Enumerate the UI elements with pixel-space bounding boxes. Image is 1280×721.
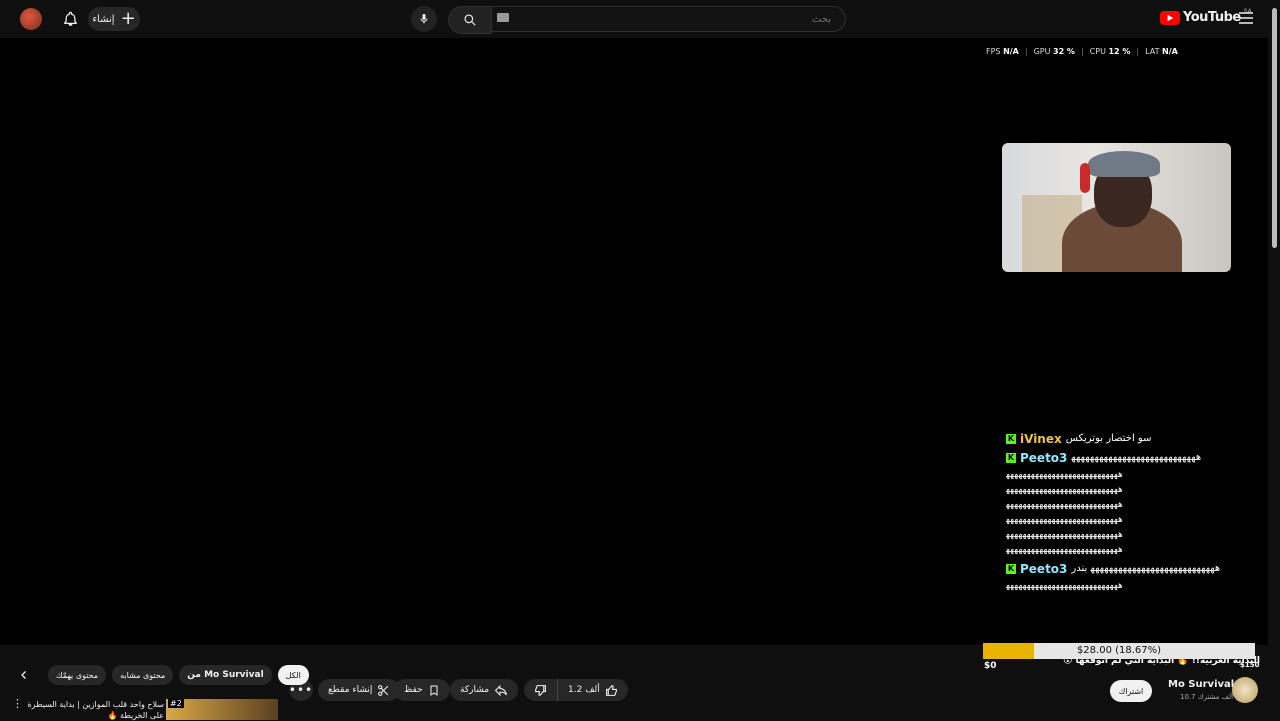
subscribe-button[interactable]: اشتراك bbox=[1110, 680, 1152, 702]
channel-name[interactable]: Mo Survival bbox=[1168, 679, 1234, 690]
hamburger-icon bbox=[1239, 12, 1253, 24]
thumbs-down-icon bbox=[535, 684, 546, 696]
chat-text: ﻫﻬﻬﻬﻬﻬﻬﻬﻬﻬﻬﻬﻬﻬﻬﻬﻬﻬﻬﻬﻬﻬﻬﻬﻬﻬﻬﻬ bbox=[1071, 452, 1202, 463]
keyboard-icon[interactable] bbox=[497, 13, 509, 22]
chat-username: Peeto3 bbox=[1020, 450, 1068, 465]
create-button[interactable]: إنشاء + bbox=[88, 7, 140, 31]
search-button[interactable] bbox=[448, 6, 492, 34]
menu-button[interactable] bbox=[1239, 12, 1253, 24]
filter-chip[interactable]: من Mo Survival bbox=[179, 665, 272, 685]
recommended-thumbnail[interactable]: #2 bbox=[166, 699, 278, 720]
stream-chat-overlay: KiVinex سو اختصار بوتريكس K Peeto3 ﻫﻬﻬﻬﻬﻬﻬﻬﻬ… bbox=[1006, 428, 1256, 594]
youtube-play-icon bbox=[1160, 10, 1180, 25]
thumbs-up-icon bbox=[605, 684, 617, 696]
like-count: 1.2 ألف bbox=[568, 685, 600, 695]
microphone-icon bbox=[420, 14, 428, 24]
chat-username: iVinex bbox=[1020, 431, 1062, 446]
chat-continuation: ﻫﻬﻬﻬﻬﻬﻬﻬﻬﻬﻬﻬﻬﻬﻬﻬﻬﻬﻬﻬﻬﻬﻬﻬﻬﻬﻬﻬ bbox=[1006, 545, 1123, 555]
more-horizontal-icon: ••• bbox=[288, 683, 314, 697]
create-label: إنشاء bbox=[92, 13, 115, 25]
avatar[interactable] bbox=[20, 8, 42, 30]
filter-chip[interactable]: محتوى يهمّك bbox=[48, 665, 107, 685]
chip-bar: محتوى يهمّك محتوى مشابه من Mo Survival الكل bbox=[48, 665, 309, 685]
filter-chip[interactable]: محتوى مشابه bbox=[112, 665, 174, 685]
chat-continuation: ﻫﻬﻬﻬﻬﻬﻬﻬﻬﻬﻬﻬﻬﻬﻬﻬﻬﻬﻬﻬﻬﻬﻬﻬﻬﻬﻬﻬ bbox=[1006, 530, 1123, 540]
subscribe-label: اشتراك bbox=[1118, 686, 1144, 696]
chat-continuation: ﻫﻬﻬﻬﻬﻬﻬﻬﻬﻬﻬﻬﻬﻬﻬﻬﻬﻬﻬﻬﻬﻬﻬﻬﻬﻬﻬﻬ bbox=[1006, 515, 1123, 525]
notifications-button[interactable] bbox=[58, 7, 82, 31]
kick-badge-icon: K bbox=[1006, 563, 1016, 574]
chat-continuation: ﻫﻬﻬﻬﻬﻬﻬﻬﻬﻬﻬﻬﻬﻬﻬﻬﻬﻬﻬﻬﻬﻬﻬﻬﻬﻬﻬﻬ bbox=[1006, 485, 1123, 495]
lat-stat: LAT N/A bbox=[1145, 47, 1178, 56]
save-label: حفظ bbox=[404, 685, 423, 695]
filter-chip[interactable]: الكل bbox=[277, 665, 309, 685]
chevron-left-icon bbox=[21, 671, 26, 679]
like-dislike-group: 1.2 ألف bbox=[524, 679, 628, 701]
goal-end-label: $150 bbox=[1240, 661, 1260, 669]
chat-continuation: ﻫﻬﻬﻬﻬﻬﻬﻬﻬﻬﻬﻬﻬﻬﻬﻬﻬﻬﻬﻬﻬﻬﻬﻬﻬﻬﻬﻬ bbox=[1006, 500, 1123, 510]
kick-badge-icon: K bbox=[1006, 433, 1016, 444]
share-button[interactable]: مشاركة bbox=[450, 679, 519, 701]
youtube-logo[interactable]: YouTube SA bbox=[1160, 8, 1252, 25]
share-label: مشاركة bbox=[460, 685, 490, 695]
webcam-feed bbox=[1002, 143, 1231, 272]
goal-start-label: $0 bbox=[984, 661, 997, 671]
clip-label: إنشاء مقطع bbox=[328, 685, 373, 695]
gpu-stat: GPU 32 % bbox=[1033, 47, 1075, 56]
chips-prev-button[interactable] bbox=[18, 669, 30, 681]
cpu-stat: CPU 12 % bbox=[1089, 47, 1131, 56]
chat-continuation: ﻫﻬﻬﻬﻬﻬﻬﻬﻬﻬﻬﻬﻬﻬﻬﻬﻬﻬﻬﻬﻬﻬﻬﻬﻬﻬﻬﻬ bbox=[1006, 470, 1123, 480]
performance-stats: FPS N/A | GPU 32 % | CPU 12 % | LAT N/A bbox=[986, 47, 1178, 56]
channel-avatar[interactable] bbox=[1232, 677, 1258, 703]
subscriber-count: 10.7 ألف مشترك bbox=[1180, 693, 1234, 701]
rec-badge: #2 bbox=[168, 699, 184, 708]
donation-goal-bar: $28.00 (18.67%) bbox=[983, 643, 1255, 659]
fps-stat: FPS N/A bbox=[986, 47, 1019, 56]
recommended-title[interactable]: سلاح واحد قلب الموازين | بداية السيطرة ع… bbox=[24, 699, 164, 721]
recommended-menu-icon[interactable]: ⋮ bbox=[12, 698, 23, 709]
scrollbar-thumb[interactable] bbox=[1272, 8, 1277, 248]
chat-message: KiVinex سو اختصار بوتريكس bbox=[1006, 430, 1256, 447]
chat-message: K Peeto3 ﻫﻬﻬﻬﻬﻬﻬﻬﻬﻬﻬﻬﻬﻬﻬﻬﻬﻬﻬﻬﻬﻬﻬﻬﻬﻬﻬﻬ بندر bbox=[1006, 560, 1256, 577]
chat-text: ﻫﻬﻬﻬﻬﻬﻬﻬﻬﻬﻬﻬﻬﻬﻬﻬﻬﻬﻬﻬﻬﻬﻬﻬﻬﻬﻬﻬ بندر bbox=[1071, 563, 1221, 574]
plus-icon: + bbox=[120, 8, 136, 29]
goal-text: $28.00 (18.67%) bbox=[1076, 645, 1162, 656]
chat-message: K Peeto3 ﻫﻬﻬﻬﻬﻬﻬﻬﻬﻬﻬﻬﻬﻬﻬﻬﻬﻬﻬﻬﻬﻬﻬﻬﻬﻬﻬﻬ bbox=[1006, 449, 1256, 466]
chat-text: سو اختصار بوتريكس bbox=[1065, 433, 1152, 444]
kick-badge-icon: K bbox=[1006, 452, 1016, 463]
clip-button[interactable]: إنشاء مقطع bbox=[318, 679, 401, 701]
share-icon bbox=[494, 684, 508, 696]
voice-search-button[interactable] bbox=[411, 6, 437, 32]
like-button[interactable]: 1.2 ألف bbox=[558, 679, 628, 701]
search-icon bbox=[464, 14, 476, 26]
dislike-button[interactable] bbox=[524, 679, 558, 701]
chat-continuation: ﻫﻬﻬﻬﻬﻬﻬﻬﻬﻬﻬﻬﻬﻬﻬﻬﻬﻬﻬﻬﻬﻬﻬﻬﻬﻬﻬﻬ bbox=[1006, 581, 1123, 591]
scissors-icon bbox=[378, 684, 389, 696]
top-bar: إنشاء + YouTube SA bbox=[0, 0, 1280, 38]
chat-username: Peeto3 bbox=[1020, 561, 1068, 576]
brand-name: YouTube bbox=[1183, 10, 1241, 25]
bell-icon bbox=[63, 11, 77, 26]
save-button[interactable]: حفظ bbox=[394, 679, 450, 701]
search-input[interactable] bbox=[492, 6, 846, 32]
bookmark-icon bbox=[430, 685, 438, 696]
